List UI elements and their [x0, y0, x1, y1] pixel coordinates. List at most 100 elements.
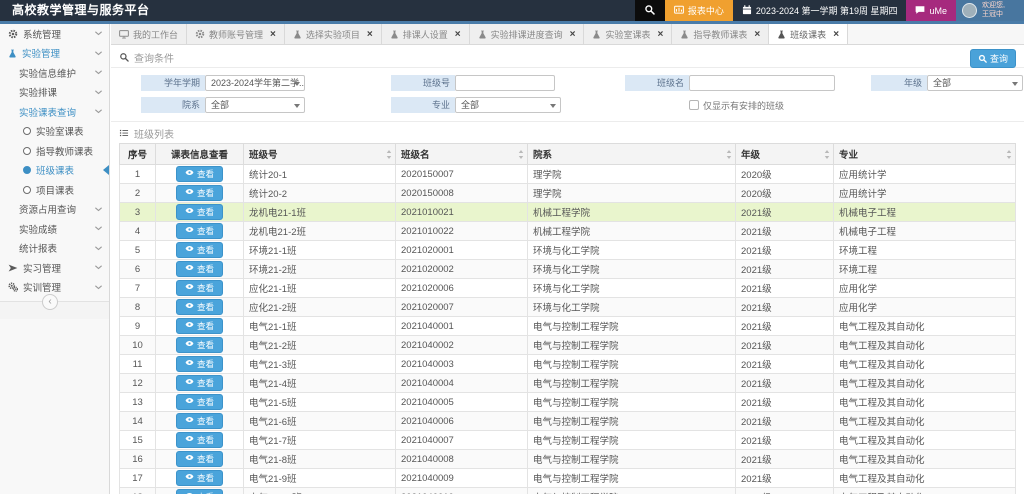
ume-button[interactable]: uMe — [906, 0, 956, 21]
sort-icon — [386, 150, 392, 159]
close-icon[interactable]: × — [833, 30, 839, 39]
sidebar-item[interactable]: 实训管理 — [0, 278, 109, 298]
class-no-input[interactable] — [455, 75, 555, 91]
tab-item[interactable]: 排课人设置× — [382, 24, 470, 44]
class-no-cell: 电气21-2班 — [244, 336, 396, 355]
sidebar-item[interactable]: 实验管理 — [0, 44, 109, 64]
class-no-cell: 电气21-3班 — [244, 355, 396, 374]
class-table: 序号课表信息查看班级号班级名院系年级专业 1查看统计20-12020150007… — [119, 143, 1016, 494]
view-button[interactable]: 查看 — [176, 299, 223, 315]
sidebar-item[interactable]: 实验排课 — [0, 83, 109, 103]
view-button[interactable]: 查看 — [176, 204, 223, 220]
view-button[interactable]: 查看 — [176, 166, 223, 182]
sidebar-item[interactable]: 项目课表 — [0, 180, 109, 200]
sidebar-item[interactable]: 实验成绩 — [0, 219, 109, 239]
view-button[interactable]: 查看 — [176, 318, 223, 334]
sidebar-item[interactable]: 资源占用查询 — [0, 200, 109, 220]
view-button-label: 查看 — [197, 264, 214, 275]
report-center-button[interactable]: 报表中心 — [665, 0, 733, 21]
sidebar-item[interactable]: 实验信息维护 — [0, 63, 109, 83]
seq-cell: 17 — [120, 469, 156, 488]
major-label: 专业 — [391, 97, 455, 113]
tab-item[interactable]: 班级课表× — [769, 24, 848, 44]
close-icon[interactable]: × — [657, 30, 663, 39]
view-button-label: 查看 — [197, 397, 214, 408]
view-button[interactable]: 查看 — [176, 413, 223, 429]
active-item-marker — [103, 165, 109, 175]
semester-select[interactable]: 2023-2024学年第二学... — [205, 75, 305, 91]
eye-icon — [185, 396, 194, 408]
view-button[interactable]: 查看 — [176, 356, 223, 372]
view-button[interactable]: 查看 — [176, 432, 223, 448]
tab-item[interactable]: 指导教师课表 × — [672, 24, 769, 44]
eye-icon — [185, 320, 194, 332]
view-button[interactable]: 查看 — [176, 489, 223, 494]
class-name-cell: 2021020006 — [396, 279, 528, 298]
user-menu[interactable]: 欢迎您, 王冠中 — [956, 0, 1024, 21]
only-scheduled-label: 仅显示有安排的班级 — [703, 99, 784, 112]
major-cell: 机械电子工程 — [834, 222, 1016, 241]
query-search-button[interactable]: 查询 — [970, 49, 1016, 68]
sidebar-item[interactable]: 实习管理 — [0, 258, 109, 278]
view-button[interactable]: 查看 — [176, 223, 223, 239]
view-button[interactable]: 查看 — [176, 337, 223, 353]
major-cell: 应用统计学 — [834, 184, 1016, 203]
class-no-cell: 电气21-10班 — [244, 488, 396, 494]
sidebar-item-label: 实验信息维护 — [19, 66, 76, 80]
grade-cell: 2021级 — [736, 203, 834, 222]
seq-cell: 16 — [120, 450, 156, 469]
view-button[interactable]: 查看 — [176, 394, 223, 410]
department-cell: 电气与控制工程学院 — [528, 317, 736, 336]
column-header[interactable]: 专业 — [834, 144, 1016, 165]
view-button[interactable]: 查看 — [176, 242, 223, 258]
dept-select[interactable]: 全部 — [205, 97, 305, 113]
sort-icon — [824, 150, 830, 159]
department-cell: 电气与控制工程学院 — [528, 469, 736, 488]
column-header[interactable]: 班级号 — [244, 144, 396, 165]
major-select[interactable]: 全部 — [455, 97, 561, 113]
sidebar-item[interactable]: 实验课表查询 — [0, 102, 109, 122]
view-button[interactable]: 查看 — [176, 261, 223, 277]
column-header[interactable]: 院系 — [528, 144, 736, 165]
close-icon[interactable]: × — [270, 30, 276, 39]
close-icon[interactable]: × — [367, 30, 373, 39]
tab-label: 指导教师课表 — [693, 28, 747, 41]
tab-item[interactable]: 教师账号管理× — [187, 24, 285, 44]
sidebar-item[interactable]: 系统管理 — [0, 24, 109, 44]
calendar-icon — [742, 5, 752, 17]
tab-item[interactable]: 我的工作台 — [111, 24, 187, 44]
tab-item[interactable]: 实验排课进度查询× — [470, 24, 585, 44]
monitor-icon — [119, 29, 129, 39]
header-search-button[interactable] — [635, 0, 665, 21]
grade-select[interactable]: 全部 — [927, 75, 1023, 91]
sidebar-item[interactable]: 统计报表 — [0, 239, 109, 259]
table-row: 5查看环境21-1班2021020001环境与化工学院2021级环境工程 — [120, 241, 1016, 260]
view-cell: 查看 — [156, 165, 244, 184]
view-button[interactable]: 查看 — [176, 375, 223, 391]
only-scheduled-checkbox[interactable] — [689, 100, 699, 110]
close-icon[interactable]: × — [570, 30, 576, 39]
view-button[interactable]: 查看 — [176, 451, 223, 467]
view-button[interactable]: 查看 — [176, 470, 223, 486]
sidebar-item[interactable]: 班级课表 — [0, 161, 109, 181]
table-row: 15查看电气21-7班2021040007电气与控制工程学院2021级电气工程及… — [120, 431, 1016, 450]
grade-cell: 2021级 — [736, 298, 834, 317]
column-header[interactable]: 年级 — [736, 144, 834, 165]
view-button[interactable]: 查看 — [176, 280, 223, 296]
class-name-cell: 2021040003 — [396, 355, 528, 374]
class-name-input[interactable] — [689, 75, 835, 91]
close-icon[interactable]: × — [455, 30, 461, 39]
semester-label: 学年学期 — [141, 75, 205, 91]
sidebar-collapse-button[interactable]: ‹ — [42, 294, 58, 310]
column-header[interactable]: 班级名 — [396, 144, 528, 165]
tab-item[interactable]: 实验室课表× — [584, 24, 672, 44]
view-button[interactable]: 查看 — [176, 185, 223, 201]
search-icon — [978, 54, 987, 63]
search-icon — [644, 4, 655, 17]
tab-label: 我的工作台 — [133, 28, 178, 41]
tab-item[interactable]: 选择实验项目× — [285, 24, 382, 44]
sidebar-item[interactable]: 实验室课表 — [0, 122, 109, 142]
sidebar-item[interactable]: 指导教师课表 — [0, 141, 109, 161]
class-name-cell: 2021040008 — [396, 450, 528, 469]
close-icon[interactable]: × — [754, 30, 760, 39]
